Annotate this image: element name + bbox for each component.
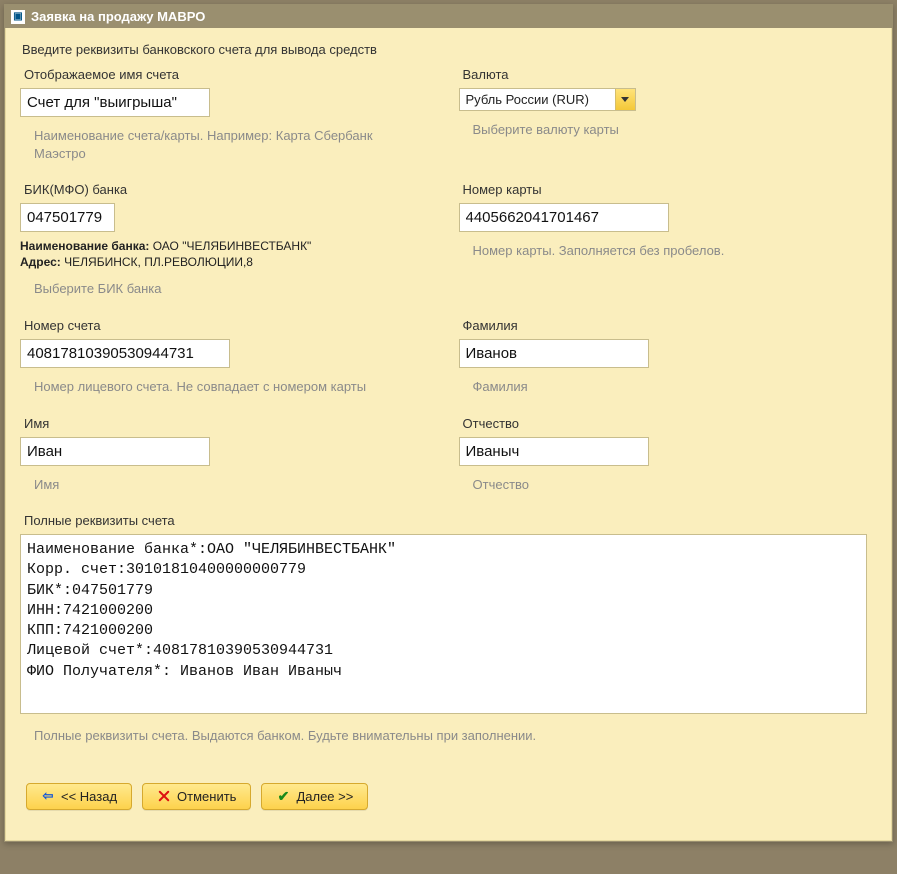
next-button-label: Далее >> [296, 789, 353, 804]
dialog-window: ▣ Заявка на продажу МАВРО Введите реквиз… [4, 4, 893, 842]
full-details-textarea[interactable] [20, 534, 867, 714]
bank-info: Наименование банка: ОАО "ЧЕЛЯБИНВЕСТБАНК… [20, 238, 419, 270]
surname-label: Фамилия [459, 318, 868, 333]
surname-input[interactable] [459, 339, 649, 368]
card-help: Номер карты. Заполняется без пробелов. [459, 242, 868, 260]
currency-value: Рубль России (RUR) [460, 89, 615, 110]
bank-address-label: Адрес: [20, 255, 61, 269]
name-label: Имя [20, 416, 419, 431]
patronymic-label: Отчество [459, 416, 868, 431]
name-input[interactable] [20, 437, 210, 466]
title-bar: ▣ Заявка на продажу МАВРО [5, 5, 892, 28]
next-button[interactable]: ✔ Далее >> [261, 783, 368, 810]
surname-help: Фамилия [459, 378, 868, 396]
cancel-button-label: Отменить [177, 789, 236, 804]
window-icon: ▣ [11, 10, 25, 24]
back-button-label: << Назад [61, 789, 117, 804]
full-details-help: Полные реквизиты счета. Выдаются банком.… [20, 727, 867, 745]
bank-address-value: ЧЕЛЯБИНСК, ПЛ.РЕВОЛЮЦИИ,8 [64, 255, 253, 269]
bank-name-value: ОАО "ЧЕЛЯБИНВЕСТБАНК" [153, 239, 312, 253]
check-icon: ✔ [276, 789, 290, 803]
button-row: ⇦ << Назад Отменить ✔ Далее >> [26, 783, 877, 810]
dropdown-icon [615, 89, 635, 110]
currency-label: Валюта [459, 67, 868, 82]
intro-text: Введите реквизиты банковского счета для … [20, 38, 877, 67]
account-no-help: Номер лицевого счета. Не совпадает с ном… [20, 378, 419, 396]
window-title: Заявка на продажу МАВРО [31, 9, 205, 24]
close-icon [157, 789, 171, 803]
arrow-left-icon: ⇦ [41, 789, 55, 803]
card-input[interactable] [459, 203, 669, 232]
patronymic-input[interactable] [459, 437, 649, 466]
full-details-label: Полные реквизиты счета [20, 513, 867, 528]
patronymic-help: Отчество [459, 476, 868, 494]
bik-help: Выберите БИК банка [20, 280, 419, 298]
name-help: Имя [20, 476, 419, 494]
account-name-input[interactable] [20, 88, 210, 117]
cancel-button[interactable]: Отменить [142, 783, 251, 810]
bik-label: БИК(МФО) банка [20, 182, 419, 197]
currency-select[interactable]: Рубль России (RUR) [459, 88, 636, 111]
account-no-input[interactable] [20, 339, 230, 368]
currency-help: Выберите валюту карты [459, 121, 868, 139]
card-label: Номер карты [459, 182, 868, 197]
account-name-label: Отображаемое имя счета [20, 67, 419, 82]
back-button[interactable]: ⇦ << Назад [26, 783, 132, 810]
account-no-label: Номер счета [20, 318, 419, 333]
dialog-content: Введите реквизиты банковского счета для … [5, 28, 892, 841]
bank-name-label: Наименование банка: [20, 239, 149, 253]
bik-input[interactable] [20, 203, 115, 232]
account-name-help: Наименование счета/карты. Например: Карт… [20, 127, 419, 162]
